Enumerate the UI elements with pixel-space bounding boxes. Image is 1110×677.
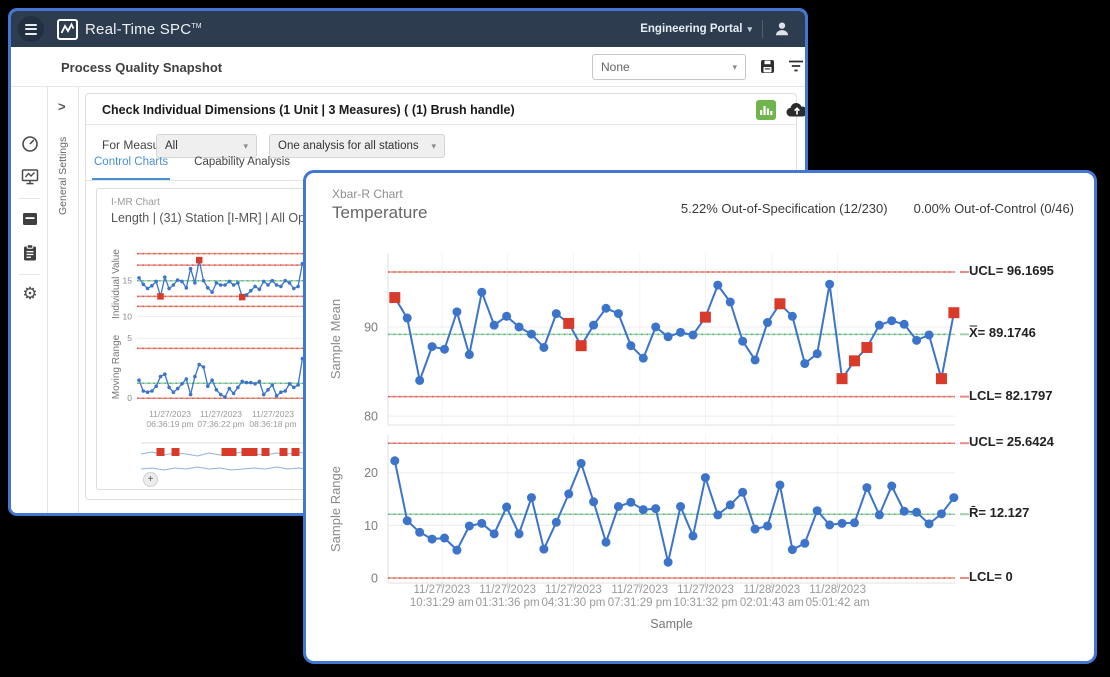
svg-text:06:36:19 pm: 06:36:19 pm: [146, 419, 193, 429]
trademark: TM: [191, 23, 202, 30]
general-settings-strip: > General Settings: [48, 87, 79, 513]
chart-stats: 5.22% Out-of-Specification (12/230) 0.00…: [681, 201, 1074, 216]
svg-text:04:31:30 pm: 04:31:30 pm: [541, 597, 605, 609]
svg-text:10: 10: [364, 519, 378, 533]
xbar-ucl-label: UCL= 96.1695: [969, 263, 1054, 278]
measure-select[interactable]: All▾: [156, 134, 257, 158]
chart-view-button[interactable]: [756, 100, 776, 120]
hamburger-menu-icon[interactable]: [18, 16, 44, 42]
user-icon[interactable]: [773, 20, 791, 38]
xbar-lcl-label: LCL= 82.1797: [969, 388, 1052, 403]
navigator-zoom-button[interactable]: +: [143, 472, 158, 487]
sidebar-item-storage-box[interactable]: [20, 209, 40, 229]
svg-text:10: 10: [123, 311, 133, 321]
sidebar-item-clipboard[interactable]: [20, 243, 40, 263]
range-center-label: R̄= 12.127: [969, 505, 1029, 520]
svg-text:07:36:22 pm: 07:36:22 pm: [197, 419, 244, 429]
general-settings-label: General Settings: [57, 95, 69, 215]
toolbar: Process Quality Snapshot None ▾: [11, 47, 805, 87]
sidebar-item-settings-gear-icon[interactable]: ⚙: [20, 284, 40, 304]
svg-text:5: 5: [127, 333, 132, 343]
header-divider: [762, 20, 763, 38]
range-ucl-label: UCL= 25.6424: [969, 434, 1054, 449]
svg-text:08:36:18 pm: 08:36:18 pm: [249, 419, 296, 429]
svg-text:20: 20: [364, 466, 378, 480]
x-axis-title: Sample: [388, 617, 955, 631]
caret-down-icon: ▾: [747, 24, 752, 35]
svg-text:11/28/2023: 11/28/2023: [744, 584, 801, 596]
svg-text:11/27/2023: 11/27/2023: [149, 409, 191, 419]
svg-text:05:01:42 am: 05:01:42 am: [806, 597, 870, 609]
sidebar-divider: [19, 198, 40, 199]
brand-name: Real-Time SPCTM: [85, 21, 202, 38]
caret-down-icon: ▾: [431, 141, 436, 152]
xbar-chart-title: Temperature: [332, 203, 427, 223]
out-of-control-stat: 0.00% Out-of-Control (0/46): [914, 201, 1074, 216]
svg-text:15: 15: [123, 276, 133, 286]
svg-text:11/27/2023: 11/27/2023: [611, 584, 668, 596]
out-of-spec-stat: 5.22% Out-of-Specification (12/230): [681, 201, 888, 216]
svg-text:0: 0: [127, 393, 132, 403]
svg-text:11/27/2023: 11/27/2023: [479, 584, 536, 596]
portal-selector[interactable]: Engineering Portal ▾: [640, 23, 752, 35]
svg-text:11/27/2023: 11/27/2023: [200, 409, 242, 419]
app-header: Real-Time SPCTM Engineering Portal ▾: [11, 11, 805, 47]
caret-down-icon: ▾: [732, 62, 737, 73]
svg-text:01:31:36 pm: 01:31:36 pm: [476, 597, 540, 609]
page-title: Process Quality Snapshot: [61, 60, 222, 75]
svg-text:11/27/2023: 11/27/2023: [252, 409, 294, 419]
tab-capability-analysis[interactable]: Capability Analysis: [192, 156, 292, 180]
tab-control-charts[interactable]: Control Charts: [92, 156, 170, 180]
screen: Real-Time SPCTM Engineering Portal ▾ Pro…: [0, 0, 1110, 677]
panel-title: Check Individual Dimensions (1 Unit | 3 …: [102, 103, 515, 117]
analysis-mode-select[interactable]: One analysis for all stations▾: [269, 134, 445, 158]
sidebar-divider: [19, 274, 40, 275]
svg-text:02:01:43 am: 02:01:43 am: [740, 597, 804, 609]
sample-range-chart: 2010011/27/202310:31:29 am11/27/202301:3…: [306, 425, 1094, 617]
chart-detail-window: Xbar-R Chart Temperature 5.22% Out-of-Sp…: [303, 170, 1097, 664]
xbar-chart-type-label: Xbar-R Chart: [332, 187, 403, 201]
svg-text:11/28/2023: 11/28/2023: [809, 584, 866, 596]
filter-icon[interactable]: [788, 59, 804, 74]
svg-text:11/27/2023: 11/27/2023: [545, 584, 602, 596]
svg-text:10:31:29 am: 10:31:29 am: [410, 597, 474, 609]
xbar-center-label: X̿= 89.1746: [969, 325, 1036, 340]
svg-text:07:31:29 pm: 07:31:29 pm: [608, 597, 672, 609]
range-lcl-label: LCL= 0: [969, 569, 1013, 584]
brand-logo-icon: [57, 19, 78, 40]
svg-text:80: 80: [364, 409, 378, 423]
sidebar-item-dashboard[interactable]: [20, 134, 40, 154]
svg-text:11/27/2023: 11/27/2023: [414, 584, 471, 596]
svg-text:0: 0: [371, 571, 378, 585]
bar-chart-icon: [759, 103, 773, 117]
caret-down-icon: ▾: [243, 141, 248, 152]
svg-text:11/27/2023: 11/27/2023: [677, 584, 734, 596]
cloud-export-icon[interactable]: [785, 101, 808, 119]
imr-chart-type-label: I-MR Chart: [111, 197, 160, 208]
save-icon[interactable]: [759, 58, 776, 75]
svg-text:90: 90: [364, 320, 378, 334]
svg-text:10:31:32 pm: 10:31:32 pm: [674, 597, 738, 609]
preset-select[interactable]: None ▾: [592, 54, 746, 80]
icon-sidebar: ⚙: [11, 87, 48, 513]
sidebar-item-process-monitor[interactable]: [20, 167, 40, 187]
tab-bar: Control Charts Capability Analysis: [92, 156, 292, 180]
panel-header: Check Individual Dimensions (1 Unit | 3 …: [86, 94, 796, 125]
